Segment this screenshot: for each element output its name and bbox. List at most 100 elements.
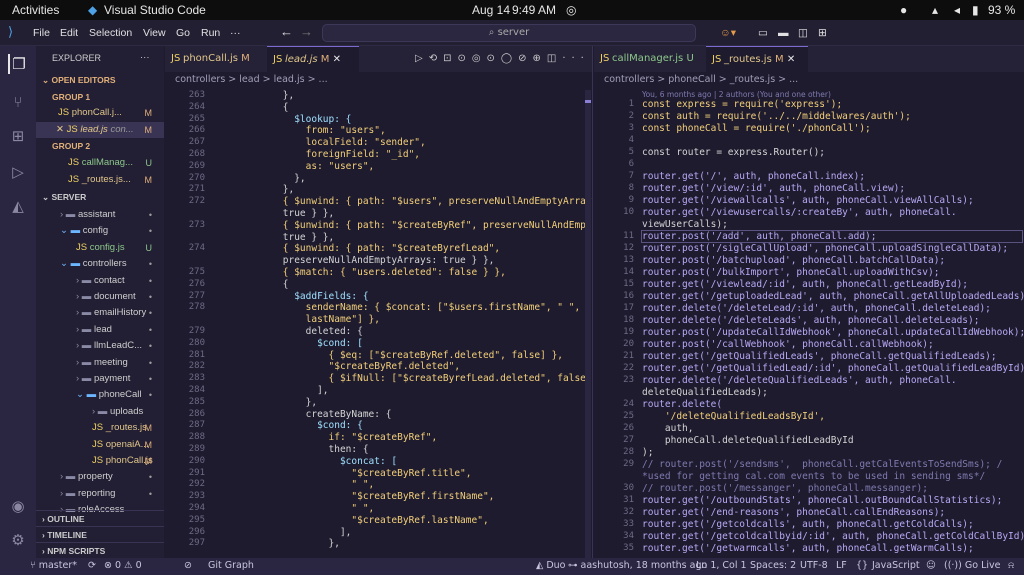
code-line[interactable]: const router = express.Router(); <box>642 147 825 158</box>
code-line[interactable]: const auth = require('../../middelwares/… <box>642 111 911 122</box>
code-line[interactable]: { $unwind: { path: "$createByRef", prese… <box>237 220 592 231</box>
code-line[interactable]: viewUserCalls); <box>642 219 728 230</box>
more-actions-icon[interactable]: ··· <box>140 50 160 66</box>
tab-routes[interactable]: JS _routes.js M ✕ <box>706 46 808 72</box>
code-line[interactable]: foreignField: "_id", <box>237 149 420 160</box>
code-line[interactable]: router.post('/updateCallIdWebhook', phon… <box>642 327 1024 338</box>
code-line[interactable]: router.post('/batchupload', phoneCall.ba… <box>642 255 945 266</box>
tree-item-phonecall[interactable]: ⌄ ▬ phoneCall • <box>36 387 164 403</box>
tree-item-contact[interactable]: › ▬ contact • <box>36 273 164 289</box>
bell-icon[interactable]: ⍾ <box>1008 560 1014 571</box>
git-graph-button[interactable]: Git Graph <box>208 560 254 571</box>
code-line[interactable]: as: "users", <box>237 161 375 172</box>
code-line[interactable]: *used for getting cal.com events to be u… <box>642 471 985 482</box>
duo-indicator[interactable]: ◭ Duo <box>536 560 565 571</box>
tree-item-lead[interactable]: › ▬ lead • <box>36 322 164 338</box>
code-line[interactable]: }, <box>237 173 305 184</box>
breadcrumb[interactable]: controllers > lead > lead.js > ... <box>175 74 328 85</box>
ports-icon[interactable]: ⊘ <box>184 560 192 571</box>
sync-icon[interactable]: ⟳ <box>88 560 96 571</box>
app-name[interactable]: Visual Studio Code <box>104 3 206 17</box>
code-line[interactable]: "$createByRef.title", <box>237 468 471 479</box>
code-line[interactable]: router.get('/getcoldcalls', auth, phoneC… <box>642 519 974 530</box>
encoding[interactable]: UTF-8 <box>800 560 828 571</box>
menu-go[interactable]: Go <box>176 27 190 39</box>
code-line[interactable]: { $unwind: { path: "$createByrefLead", <box>237 243 500 254</box>
go-live-button[interactable]: ((·)) Go Live <box>944 560 1000 571</box>
code-line[interactable]: }, <box>237 397 317 408</box>
server-section[interactable]: ⌄ SERVER <box>36 189 164 205</box>
run-debug-icon[interactable]: ▷ <box>8 162 28 182</box>
menu-file[interactable]: File <box>33 27 50 39</box>
tree-item-document[interactable]: › ▬ document • <box>36 289 164 305</box>
tab-phoncall[interactable]: JS phonCall.js M <box>165 46 267 72</box>
code-line[interactable]: from: "users", <box>237 125 386 136</box>
code-line[interactable]: " ", <box>237 479 374 490</box>
code-line[interactable]: router.get('/getuploadedLead', auth, pho… <box>642 291 1024 302</box>
code-line[interactable]: $addFields: { <box>237 291 368 302</box>
chrome-icon[interactable]: ● <box>900 3 907 17</box>
breadcrumb[interactable]: controllers > phoneCall > _routes.js > .… <box>604 74 798 85</box>
tree-item-routesjs[interactable]: JS _routes.js M <box>36 420 164 436</box>
notification-icon[interactable]: ◎ <box>566 3 576 17</box>
code-line[interactable]: { <box>237 102 289 113</box>
open-editor-item[interactable]: JS _routes.js... M <box>36 172 164 188</box>
tree-item-configjs[interactable]: JS config.js U <box>36 240 164 256</box>
code-line[interactable]: localField: "sender", <box>237 137 426 148</box>
code-line[interactable]: ); <box>642 447 653 458</box>
code-line[interactable]: ], <box>237 385 328 396</box>
wifi-icon[interactable]: ▴ <box>932 3 938 17</box>
code-line[interactable]: router.delete('/deleteQualifiedLeads', a… <box>642 375 957 386</box>
code-line[interactable]: router.delete('/deleteLead/:id', auth, p… <box>642 303 991 314</box>
customize-layout-icon[interactable]: ⊞ <box>818 27 827 39</box>
code-line[interactable]: // router.post('/messanger', phoneCall.m… <box>642 483 928 494</box>
npm-scripts-section[interactable]: › NPM SCRIPTS <box>36 542 164 558</box>
split-toggle-icon[interactable]: ◫ <box>798 27 808 39</box>
source-control-icon[interactable]: ⑂ <box>8 92 28 112</box>
code-line[interactable]: router.post('/callWebhook', phoneCall.ca… <box>642 339 934 350</box>
tree-item-meeting[interactable]: › ▬ meeting • <box>36 355 164 371</box>
git-blame-indicator[interactable]: ⊶ aashutosh, 18 months ago <box>568 560 707 571</box>
code-line[interactable]: '/deleteQualifiedLeadsById', <box>642 411 825 422</box>
scrollbar[interactable] <box>585 90 591 558</box>
more-menu-icon[interactable]: ··· <box>230 27 241 39</box>
code-line[interactable]: router.get('/getcoldcallbyid/:id', auth,… <box>642 531 1024 542</box>
code-line[interactable]: const phoneCall = require('./phonCall'); <box>642 123 871 134</box>
editor-actions[interactable]: ▷⟲⊡⊙◎⊙◯⊘⊕◫··· <box>411 46 590 72</box>
tree-item-property[interactable]: › ▬ property • <box>36 469 164 485</box>
tree-item-reporting[interactable]: › ▬ reporting • <box>36 486 164 502</box>
language-mode[interactable]: JavaScript <box>872 560 920 571</box>
activities-button[interactable]: Activities <box>12 3 59 17</box>
tab-callmanager[interactable]: JS callManager.js U <box>594 46 706 72</box>
code-line[interactable]: auth, <box>642 423 694 434</box>
tree-item-controllers[interactable]: ⌄ ▬ controllers • <box>36 256 164 272</box>
code-line[interactable]: lastName"] }, <box>237 314 380 325</box>
open-editor-item-active[interactable]: ✕ JS lead.js con... M <box>36 122 164 138</box>
code-line[interactable]: router.get('/end-reasons', phoneCall.cal… <box>642 507 945 518</box>
problems-indicator[interactable]: ⊗ 0 ⚠ 0 <box>104 560 142 571</box>
tree-item-phoncalljs[interactable]: JS phonCall.js M <box>36 453 164 469</box>
code-line[interactable]: then: { <box>237 444 369 455</box>
code-line[interactable]: createByName: { <box>237 409 392 420</box>
code-line[interactable]: router.delete('/deleteLeads', auth, phon… <box>642 315 979 326</box>
tree-item-emailhistory[interactable]: › ▬ emailHistory • <box>36 305 164 321</box>
code-line[interactable]: $lookup: { <box>237 114 351 125</box>
code-line[interactable]: { $match: { "users.deleted": false } }, <box>237 267 506 278</box>
close-icon[interactable]: ✕ <box>56 124 67 135</box>
code-line[interactable]: router.get('/viewlead/:id', auth, phoneC… <box>642 279 968 290</box>
explorer-icon[interactable]: ❐ <box>8 54 28 74</box>
date[interactable]: Aug 14 <box>472 3 510 17</box>
code-line[interactable]: deleteQualifiedLeads); <box>642 387 768 398</box>
command-center-search[interactable]: ⌕ server <box>322 24 696 42</box>
code-line[interactable]: router.delete( <box>642 399 722 410</box>
tab-lead[interactable]: JS lead.js M ✕ <box>267 46 359 72</box>
menu-view[interactable]: View <box>143 27 166 39</box>
code-line[interactable]: router.get('/', auth, phoneCall.index); <box>642 171 865 182</box>
code-line[interactable]: true } }, <box>237 208 334 219</box>
panel-toggle-icon[interactable]: ▬ <box>778 27 789 39</box>
cursor-position[interactable]: Ln 1, Col 1 <box>696 560 747 571</box>
code-line[interactable]: router.get('/viewallcalls', auth, phoneC… <box>642 195 974 206</box>
code-line[interactable]: senderName: { $concat: ["$users.firstNam… <box>237 302 592 313</box>
code-line[interactable]: { $unwind: { path: "$users", preserveNul… <box>237 196 592 207</box>
code-line[interactable]: { $ifNull: ["$createByrefLead.deleted", … <box>237 373 592 384</box>
